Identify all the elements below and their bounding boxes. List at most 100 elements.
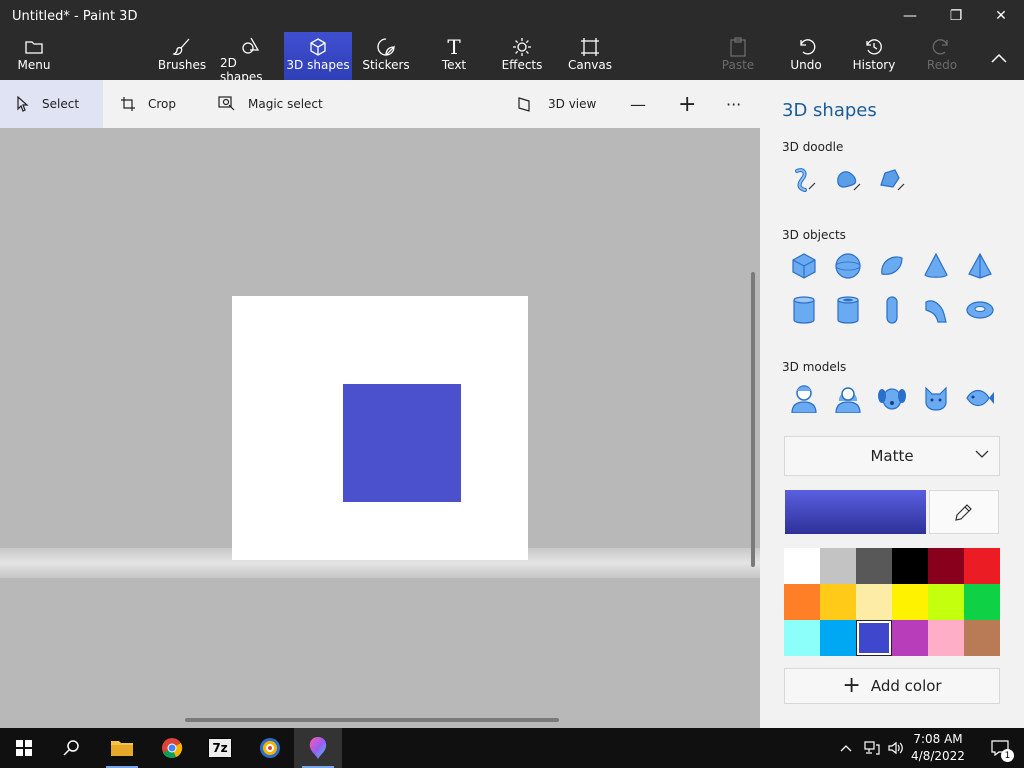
soft-edge-doodle-icon[interactable] [832, 164, 864, 196]
color-swatch[interactable] [892, 548, 928, 584]
material-value: Matte [870, 447, 914, 465]
restore-button[interactable]: ❐ [933, 0, 979, 32]
canvas-button[interactable]: Canvas [566, 32, 614, 80]
3d-cube-shape[interactable] [343, 384, 461, 502]
2d-shapes-button[interactable]: 2D shapes [220, 32, 282, 84]
undo-button[interactable]: Undo [782, 32, 830, 80]
crop-tool[interactable]: Crop [120, 80, 176, 128]
color-swatch[interactable] [856, 548, 892, 584]
material-dropdown[interactable]: Matte [784, 436, 1000, 476]
chrome-button[interactable] [148, 728, 196, 768]
close-button[interactable]: ✕ [978, 0, 1024, 32]
paste-button[interactable]: Paste [714, 32, 762, 80]
7zip-icon: 7z [208, 738, 232, 758]
redo-button[interactable]: Redo [918, 32, 966, 80]
color-swatch[interactable] [928, 584, 964, 620]
workspace[interactable] [0, 128, 760, 728]
cylinder-shape-icon[interactable] [788, 294, 820, 326]
notifications-button[interactable]: 1 [980, 728, 1020, 768]
more-options-button[interactable]: ··· [726, 80, 741, 128]
start-button[interactable] [0, 728, 48, 768]
tube-shape-icon[interactable] [832, 294, 864, 326]
color-palette [784, 548, 1000, 656]
color-swatch[interactable] [784, 548, 820, 584]
capsule-shape-icon[interactable] [876, 294, 908, 326]
color-swatch[interactable] [784, 620, 820, 656]
horizontal-scrollbar[interactable] [185, 718, 559, 722]
tube-doodle-icon[interactable] [876, 164, 908, 196]
dog-model-icon[interactable] [876, 382, 908, 414]
magic-select-icon [218, 96, 235, 111]
show-hidden-icons-button[interactable] [834, 728, 858, 768]
menu-button[interactable]: Menu [10, 32, 58, 80]
folder-icon [111, 741, 133, 756]
color-swatch[interactable] [820, 620, 856, 656]
chevron-up-icon [991, 47, 1007, 69]
color-swatch[interactable] [964, 620, 1000, 656]
stickers-label: Stickers [362, 58, 410, 72]
sphere-shape-icon[interactable] [832, 250, 864, 282]
redo-icon [932, 36, 952, 58]
color-swatch[interactable] [928, 548, 964, 584]
brushes-button[interactable]: Brushes [158, 32, 206, 80]
collapse-ribbon-button[interactable] [984, 32, 1014, 80]
color-swatch[interactable] [928, 620, 964, 656]
history-button[interactable]: History [850, 32, 898, 80]
magic-select-label: Magic select [248, 97, 323, 111]
current-color-swatch[interactable] [785, 490, 926, 534]
sticker-icon [376, 36, 396, 58]
color-swatch[interactable] [964, 548, 1000, 584]
fish-model-icon[interactable] [964, 382, 996, 414]
eyedropper-button[interactable] [929, 490, 999, 534]
brushes-label: Brushes [157, 58, 207, 72]
color-swatch[interactable] [856, 584, 892, 620]
zoom-out-button[interactable]: — [630, 80, 646, 128]
select-tool[interactable]: Select [0, 80, 103, 128]
minimize-button[interactable]: — [887, 0, 933, 32]
chevron-down-icon [975, 450, 989, 458]
color-swatch[interactable] [892, 584, 928, 620]
7zip-button[interactable]: 7z [196, 728, 244, 768]
text-button[interactable]: T Text [430, 32, 478, 80]
add-color-button[interactable]: + Add color [784, 668, 1000, 704]
sharp-edge-doodle-icon[interactable] [788, 164, 820, 196]
clock-date: 4/8/2022 [911, 749, 965, 763]
hemisphere-shape-icon[interactable] [876, 250, 908, 282]
color-swatch[interactable] [964, 584, 1000, 620]
clock[interactable]: 7:08 AM 4/8/2022 [906, 731, 970, 765]
color-swatch[interactable] [820, 548, 856, 584]
sun-icon [512, 36, 532, 58]
donut-shape-icon[interactable] [964, 294, 996, 326]
effects-button[interactable]: Effects [498, 32, 546, 80]
file-explorer-button[interactable] [98, 728, 146, 768]
search-button[interactable] [48, 728, 96, 768]
color-swatch[interactable] [856, 620, 892, 656]
zoom-in-button[interactable]: + [678, 80, 696, 128]
cone-shape-icon[interactable] [920, 250, 952, 282]
cube-shape-icon[interactable] [788, 250, 820, 282]
woman-model-icon[interactable] [832, 382, 864, 414]
3d-shapes-panel: 3D shapes 3D doodle 3D objects 3D models [760, 80, 1024, 728]
history-label: History [852, 58, 896, 72]
pyramid-shape-icon[interactable] [964, 250, 996, 282]
ellipsis-icon: ··· [726, 94, 742, 114]
paint-3d-button[interactable] [294, 728, 342, 768]
brave-button[interactable] [246, 728, 294, 768]
cat-model-icon[interactable] [920, 382, 952, 414]
3d-objects-label: 3D objects [782, 228, 846, 242]
magic-select-tool[interactable]: Magic select [218, 80, 323, 128]
3d-view-toggle[interactable]: 3D view [518, 80, 596, 128]
3d-shapes-button[interactable]: 3D shapes [284, 32, 352, 80]
effects-label: Effects [501, 58, 543, 72]
vertical-scrollbar[interactable] [751, 272, 755, 567]
undo-icon [796, 36, 816, 58]
man-model-icon[interactable] [788, 382, 820, 414]
color-swatch[interactable] [784, 584, 820, 620]
crop-label: Crop [148, 97, 177, 111]
color-swatch[interactable] [820, 584, 856, 620]
color-swatch[interactable] [892, 620, 928, 656]
curved-cylinder-shape-icon[interactable] [920, 294, 952, 326]
stickers-button[interactable]: Stickers [362, 32, 410, 80]
network-button[interactable] [860, 728, 884, 768]
volume-button[interactable] [884, 728, 908, 768]
